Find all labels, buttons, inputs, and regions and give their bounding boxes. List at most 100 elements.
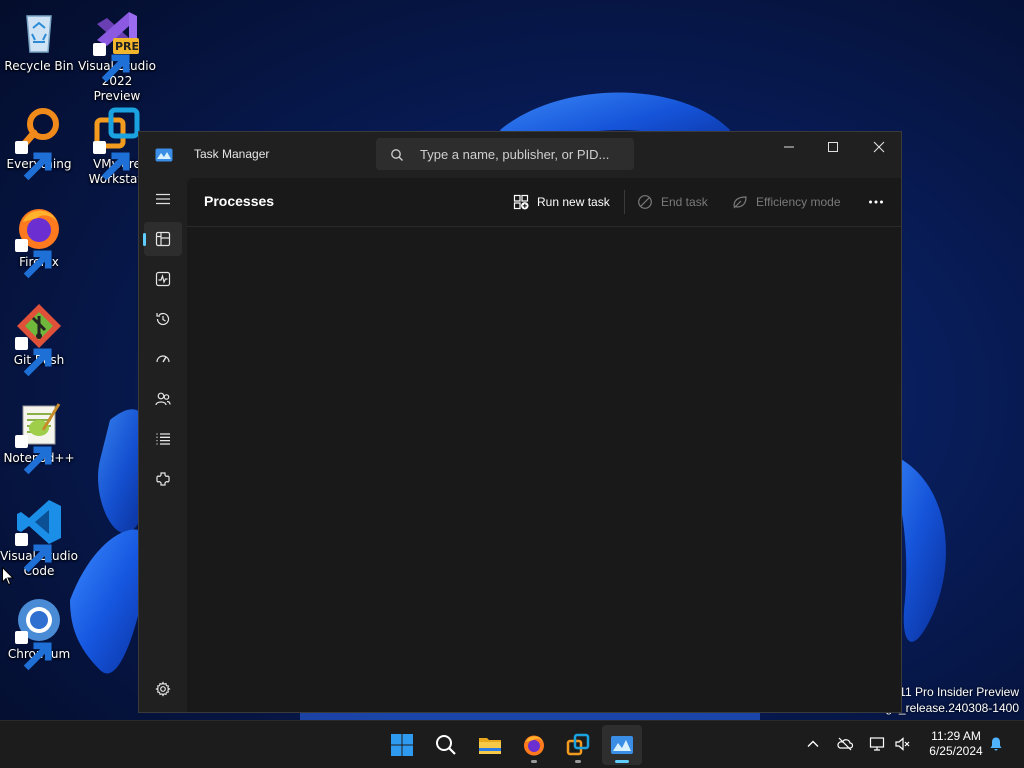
shortcut-arrow-icon [15, 435, 52, 475]
taskbar-firefox[interactable] [514, 725, 554, 765]
file-explorer-icon [479, 738, 501, 754]
close-button[interactable] [856, 132, 902, 162]
notepad-plus-plus-icon [15, 400, 63, 475]
nav-startup-apps[interactable] [144, 342, 182, 376]
shortcut-arrow-icon [93, 141, 130, 181]
nav-services[interactable] [144, 462, 182, 496]
close-icon [873, 141, 885, 153]
nav-users[interactable] [144, 382, 182, 416]
desktop-icon-label: Recycle Bin [4, 59, 74, 73]
nav-settings[interactable] [144, 672, 182, 706]
firefox-icon [524, 735, 544, 756]
shortcut-arrow-icon [15, 337, 52, 377]
toolbar-separator [624, 190, 625, 214]
chevron-up-icon [807, 740, 819, 747]
page-title: Processes [204, 193, 275, 209]
run-new-task-label: Run new task [537, 195, 610, 209]
start-button[interactable] [382, 725, 422, 765]
onedrive-icon [837, 737, 853, 751]
windows-start-icon [391, 734, 413, 756]
network-tray-button[interactable] [866, 733, 888, 755]
notification-center-button[interactable] [985, 733, 1007, 755]
visual-studio-preview-icon: PRE [93, 8, 141, 83]
efficiency-mode-button[interactable]: Efficiency mode [732, 190, 841, 214]
settings-gear-icon [155, 681, 171, 697]
taskbar-vmware[interactable] [558, 725, 598, 765]
nav-processes[interactable] [143, 222, 182, 256]
desktop-icon-git-bash[interactable]: Git Bash [0, 302, 79, 377]
running-indicator [531, 760, 537, 763]
mouse-cursor-icon [2, 567, 14, 586]
vmware-icon [93, 106, 141, 181]
desktop-icon-chromium[interactable]: Chromium [0, 596, 79, 671]
command-bar: Processes Run new task End task Efficien… [187, 178, 901, 227]
taskbar-task-manager[interactable] [602, 725, 642, 765]
window-title: Task Manager [194, 147, 270, 161]
hamburger-menu-icon [156, 193, 170, 205]
app-history-icon [156, 312, 170, 326]
more-options-button[interactable] [863, 190, 889, 214]
maximize-button[interactable] [810, 132, 856, 162]
end-task-button[interactable]: End task [637, 190, 708, 214]
vscode-icon [15, 498, 63, 573]
shortcut-arrow-icon [93, 43, 130, 83]
efficiency-mode-leaf-icon [733, 196, 747, 209]
chromium-icon [15, 596, 63, 671]
show-hidden-icons-button[interactable] [802, 733, 824, 755]
run-new-task-button[interactable]: Run new task [513, 190, 610, 214]
minimize-button[interactable] [766, 132, 812, 162]
details-icon [156, 433, 170, 445]
desktop-icon-visual-studio-preview[interactable]: PRE Visual Studio 2022 Preview [77, 8, 157, 104]
services-icon [156, 472, 170, 486]
git-bash-icon [15, 302, 63, 377]
nav-performance[interactable] [144, 262, 182, 296]
shortcut-arrow-icon [15, 533, 52, 573]
taskbar-file-explorer[interactable] [470, 725, 510, 765]
run-new-task-icon [513, 194, 529, 210]
efficiency-mode-label: Efficiency mode [756, 195, 841, 209]
performance-icon [155, 271, 171, 287]
maximize-icon [828, 142, 838, 152]
firefox-icon [15, 204, 63, 279]
more-options-icon [869, 200, 883, 204]
active-indicator [615, 760, 629, 763]
everything-search-icon [15, 106, 63, 181]
network-icon [869, 737, 885, 751]
nav-app-history[interactable] [144, 302, 182, 336]
nav-details[interactable] [144, 422, 182, 456]
end-task-label: End task [661, 195, 708, 209]
navigation-sidebar [139, 178, 187, 712]
clock[interactable]: 11:29 AM 6/25/2024 [916, 729, 996, 759]
windows-build-watermark-line1: 11 Pro Insider Preview [899, 685, 1019, 699]
search-box[interactable] [376, 138, 634, 170]
windows-build-watermark-line2: ge_release.240308-1400 [885, 701, 1019, 715]
shortcut-arrow-icon [15, 239, 52, 279]
onedrive-tray-button[interactable] [834, 733, 856, 755]
taskbar-search-button[interactable] [426, 725, 466, 765]
notification-bell-icon [990, 737, 1002, 751]
desktop-icon-recycle-bin[interactable]: Recycle Bin [0, 8, 79, 74]
clock-time: 11:29 AM [931, 729, 981, 743]
search-icon [390, 147, 404, 161]
search-icon [436, 735, 456, 755]
minimize-icon [784, 146, 794, 148]
search-input[interactable] [420, 144, 625, 164]
recycle-bin-icon [15, 8, 63, 56]
hamburger-menu-button[interactable] [144, 182, 182, 216]
startup-apps-icon [156, 355, 170, 363]
task-manager-window: Task Manager Type a name, publisher, or … [138, 131, 902, 713]
processes-icon [155, 231, 171, 247]
vmware-icon [566, 733, 590, 756]
end-task-icon [638, 195, 652, 209]
task-manager-icon [611, 736, 633, 754]
desktop-icon-notepad-plus-plus[interactable]: Notepad++ [0, 400, 79, 475]
shortcut-arrow-icon [15, 631, 52, 671]
clock-date: 6/25/2024 [929, 744, 983, 758]
taskbar: 11:29 AM 6/25/2024 [0, 720, 1024, 768]
desktop-icon-firefox[interactable]: Firefox [0, 204, 79, 279]
title-bar[interactable]: Task Manager [139, 132, 901, 178]
desktop-icon-everything[interactable]: Everything [0, 106, 79, 181]
users-icon [155, 392, 171, 406]
volume-tray-button[interactable] [891, 733, 913, 755]
running-indicator [575, 760, 581, 763]
